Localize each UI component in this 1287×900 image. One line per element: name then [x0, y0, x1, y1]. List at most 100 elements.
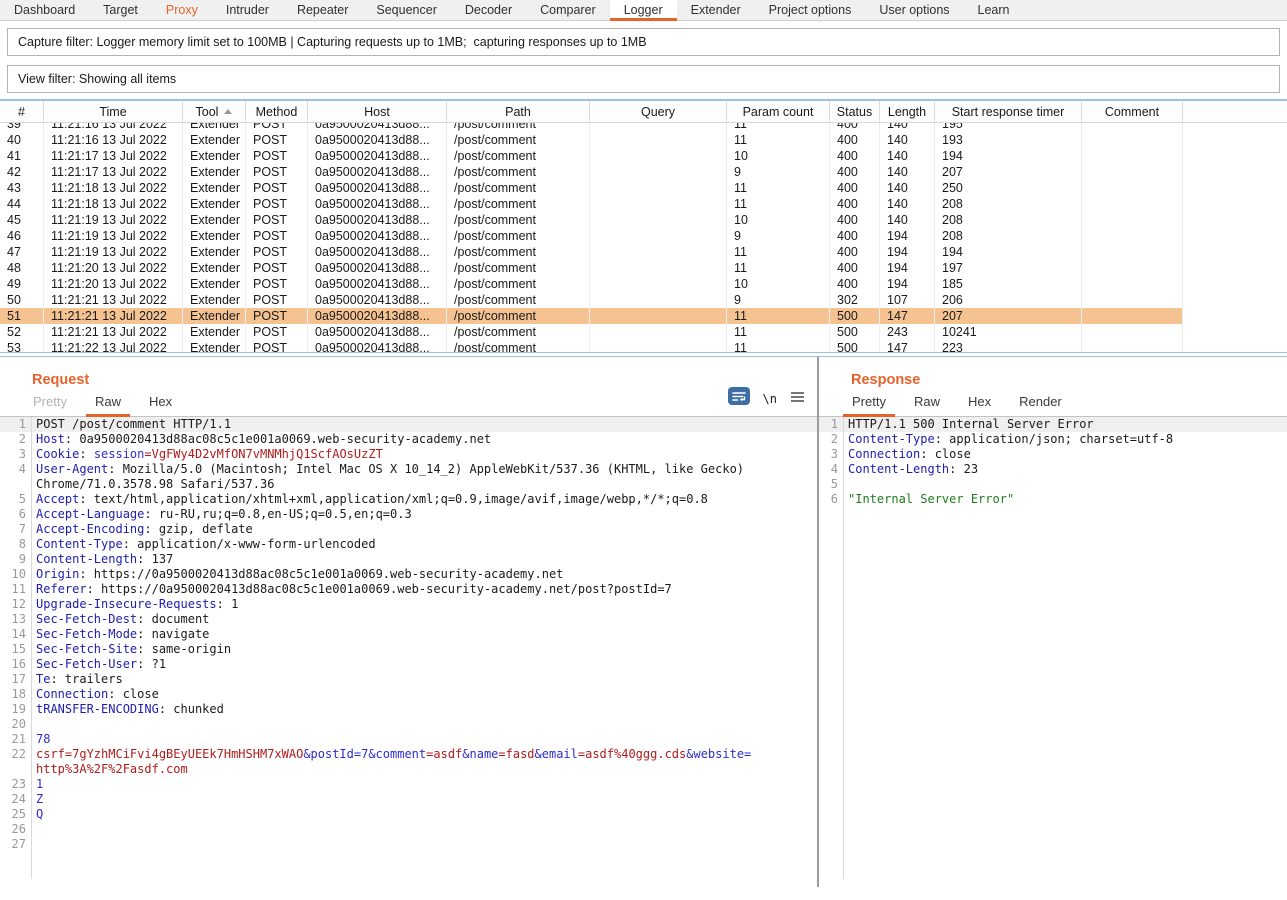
- menu-tab-decoder[interactable]: Decoder: [451, 0, 526, 20]
- menu-tab-logger[interactable]: Logger: [610, 0, 677, 20]
- log-entry-row-51[interactable]: 5111:21:21 13 Jul 2022ExtenderPOST0a9500…: [0, 308, 1287, 324]
- log-entry-row-40[interactable]: 4011:21:16 13 Jul 2022ExtenderPOST0a9500…: [0, 132, 1287, 148]
- cell-path: /post/comment: [447, 132, 590, 148]
- syntax-segment: Accept-Encoding: [36, 522, 144, 536]
- line-content: Sec-Fetch-Mode: navigate: [31, 627, 209, 642]
- cell-path: /post/comment: [447, 212, 590, 228]
- syntax-segment: &email: [535, 747, 578, 761]
- cell-time: 11:21:19 13 Jul 2022: [44, 228, 183, 244]
- request-tab-hex[interactable]: Hex: [140, 389, 181, 416]
- line-content: Accept: text/html,application/xhtml+xml,…: [31, 492, 708, 507]
- cell-start-response-timer: 195: [935, 123, 1082, 132]
- menu-tab-target[interactable]: Target: [89, 0, 152, 20]
- line-number: 4: [0, 462, 31, 477]
- menu-tab-user-options[interactable]: User options: [865, 0, 963, 20]
- menu-tab-repeater[interactable]: Repeater: [283, 0, 362, 20]
- log-entry-row-43[interactable]: 4311:21:18 13 Jul 2022ExtenderPOST0a9500…: [0, 180, 1287, 196]
- log-entry-row-53[interactable]: 5311:21:22 13 Jul 2022ExtenderPOST0a9500…: [0, 340, 1287, 352]
- log-entry-row-41[interactable]: 4111:21:17 13 Jul 2022ExtenderPOST0a9500…: [0, 148, 1287, 164]
- cell-time: 11:21:16 13 Jul 2022: [44, 123, 183, 132]
- cell-path: /post/comment: [447, 164, 590, 180]
- cell-length: 194: [880, 276, 935, 292]
- cell-query: [590, 228, 727, 244]
- menu-tab-comparer[interactable]: Comparer: [526, 0, 610, 20]
- column-header-length[interactable]: Length: [880, 101, 935, 122]
- log-entry-row-42[interactable]: 4211:21:17 13 Jul 2022ExtenderPOST0a9500…: [0, 164, 1287, 180]
- log-entry-row-49[interactable]: 4911:21:20 13 Jul 2022ExtenderPOST0a9500…: [0, 276, 1287, 292]
- cell-comment: [1082, 123, 1183, 132]
- syntax-segment: Content-Length: [848, 462, 949, 476]
- column-header-time[interactable]: Time: [44, 101, 183, 122]
- cell-length: 140: [880, 180, 935, 196]
- line-number: 19: [0, 702, 31, 717]
- cell-param-count: 11: [727, 308, 830, 324]
- cell-number: 50: [0, 292, 44, 308]
- response-tab-raw[interactable]: Raw: [905, 389, 949, 416]
- cell-host: 0a9500020413d88...: [308, 132, 447, 148]
- cell-host: 0a9500020413d88...: [308, 164, 447, 180]
- cell-time: 11:21:17 13 Jul 2022: [44, 164, 183, 180]
- column-header-method[interactable]: Method: [246, 101, 308, 122]
- column-header-query[interactable]: Query: [590, 101, 727, 122]
- menu-tab-sequencer[interactable]: Sequencer: [362, 0, 450, 20]
- line-number: 15: [0, 642, 31, 657]
- menu-tab-intruder[interactable]: Intruder: [212, 0, 283, 20]
- cell-status: 400: [830, 123, 880, 132]
- column-header-tool[interactable]: Tool: [183, 101, 246, 122]
- cell-host: 0a9500020413d88...: [308, 292, 447, 308]
- menu-tab-learn[interactable]: Learn: [964, 0, 1024, 20]
- column-header-number[interactable]: #: [0, 101, 44, 122]
- capture-filter-bar[interactable]: Capture filter: Logger memory limit set …: [7, 28, 1280, 56]
- cell-start-response-timer: 206: [935, 292, 1082, 308]
- column-header-host[interactable]: Host: [308, 101, 447, 122]
- line-number: 9: [0, 552, 31, 567]
- cell-query: [590, 180, 727, 196]
- menu-tab-project-options[interactable]: Project options: [755, 0, 866, 20]
- response-tab-render[interactable]: Render: [1010, 389, 1071, 416]
- cell-tool: Extender: [183, 132, 246, 148]
- cell-start-response-timer: 207: [935, 164, 1082, 180]
- response-editor[interactable]: 1HTTP/1.1 500 Internal Server Error2Cont…: [819, 417, 1287, 884]
- menu-tab-proxy[interactable]: Proxy: [152, 0, 212, 20]
- log-entry-row-52[interactable]: 5211:21:21 13 Jul 2022ExtenderPOST0a9500…: [0, 324, 1287, 340]
- column-header-filler: [1183, 101, 1287, 122]
- request-panel-title: Request: [0, 357, 817, 388]
- syntax-segment: =asdf: [426, 747, 462, 761]
- cell-comment: [1082, 292, 1183, 308]
- request-editor[interactable]: 1POST /post/comment HTTP/1.12Host: 0a950…: [0, 417, 817, 884]
- cell-status: 400: [830, 180, 880, 196]
- editor-menu-icon[interactable]: [790, 390, 805, 408]
- cell-time: 11:21:21 13 Jul 2022: [44, 308, 183, 324]
- column-header-path[interactable]: Path: [447, 101, 590, 122]
- cell-start-response-timer: 194: [935, 148, 1082, 164]
- column-header-comment[interactable]: Comment: [1082, 101, 1183, 122]
- cell-query: [590, 324, 727, 340]
- cell-query: [590, 260, 727, 276]
- log-entry-row-48[interactable]: 4811:21:20 13 Jul 2022ExtenderPOST0a9500…: [0, 260, 1287, 276]
- request-tab-raw[interactable]: Raw: [86, 389, 130, 416]
- column-header-start-response-timer[interactable]: Start response timer: [935, 101, 1082, 122]
- menu-tab-extender[interactable]: Extender: [677, 0, 755, 20]
- wrap-lines-icon[interactable]: [728, 387, 750, 410]
- show-newlines-icon[interactable]: \n: [763, 392, 777, 406]
- log-entry-row-45[interactable]: 4511:21:19 13 Jul 2022ExtenderPOST0a9500…: [0, 212, 1287, 228]
- request-tab-pretty[interactable]: Pretty: [24, 389, 76, 416]
- cell-filler: [1183, 260, 1287, 276]
- syntax-segment: : close: [108, 687, 159, 701]
- line-number: 1: [819, 417, 843, 432]
- cell-status: 400: [830, 260, 880, 276]
- log-entry-row-47[interactable]: 4711:21:19 13 Jul 2022ExtenderPOST0a9500…: [0, 244, 1287, 260]
- log-entry-row-39[interactable]: 3911:21:16 13 Jul 2022ExtenderPOST0a9500…: [0, 123, 1287, 132]
- response-tab-hex[interactable]: Hex: [959, 389, 1000, 416]
- column-header-status[interactable]: Status: [830, 101, 880, 122]
- column-header-param-count[interactable]: Param count: [727, 101, 830, 122]
- log-entry-row-50[interactable]: 5011:21:21 13 Jul 2022ExtenderPOST0a9500…: [0, 292, 1287, 308]
- log-entry-row-44[interactable]: 4411:21:18 13 Jul 2022ExtenderPOST0a9500…: [0, 196, 1287, 212]
- response-tab-pretty[interactable]: Pretty: [843, 389, 895, 416]
- menu-tab-dashboard[interactable]: Dashboard: [0, 0, 89, 20]
- log-entry-row-46[interactable]: 4611:21:19 13 Jul 2022ExtenderPOST0a9500…: [0, 228, 1287, 244]
- cell-path: /post/comment: [447, 228, 590, 244]
- view-filter-bar[interactable]: View filter: Showing all items: [7, 65, 1280, 93]
- cell-method: POST: [246, 148, 308, 164]
- cell-param-count: 10: [727, 212, 830, 228]
